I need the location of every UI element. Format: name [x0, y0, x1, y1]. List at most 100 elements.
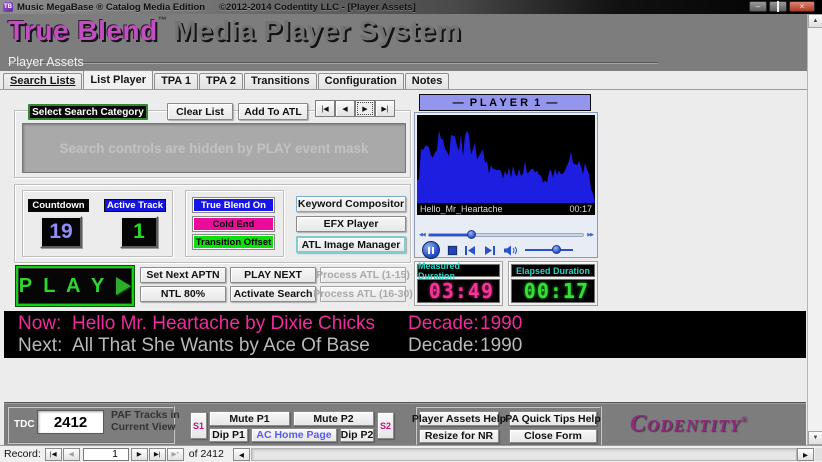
minimize-button[interactable]: –	[749, 1, 767, 12]
pa-quick-tips-help-button[interactable]: PA Quick Tips Help	[509, 411, 597, 426]
next-track-button[interactable]	[484, 246, 495, 255]
close-form-button[interactable]: Close Form	[509, 429, 597, 443]
registered-mark: ®	[741, 415, 748, 424]
previous-record-button[interactable]: ◀	[335, 100, 355, 117]
tab-list-player[interactable]: List Player	[83, 70, 153, 89]
play-next-button[interactable]: PLAY NEXT	[230, 267, 316, 283]
elapsed-duration-value: 00:17	[511, 279, 595, 303]
media-player-widget: Hello_Mr_Heartache 00:17 ◀◀ ▶▶	[414, 112, 598, 258]
title-bar: TB Music MegaBase ® Catalog Media Editio…	[0, 0, 822, 14]
s1-button[interactable]: S1	[190, 412, 207, 439]
play-button-label: P L A Y	[19, 275, 107, 298]
keyword-compositor-button[interactable]: Keyword Compositor	[296, 196, 406, 212]
previous-track-button[interactable]	[465, 246, 476, 255]
next-record-button[interactable]: ▶	[355, 100, 375, 117]
tab-configuration[interactable]: Configuration	[318, 73, 404, 89]
seek-progress	[429, 234, 471, 236]
last-record-button[interactable]: ▶|	[375, 100, 395, 117]
efx-player-button[interactable]: EFX Player	[296, 216, 406, 232]
codentity-logo: Codentity®	[630, 411, 748, 438]
hscroll-right-button[interactable]: ▶	[797, 448, 814, 461]
mute-p1-button[interactable]: Mute P1	[209, 411, 290, 426]
atl-image-manager-button[interactable]: ATL Image Manager	[296, 236, 406, 253]
tab-search-lists[interactable]: Search Lists	[3, 73, 82, 89]
volume-icon[interactable]	[503, 245, 517, 256]
elapsed-duration-panel: Elapsed Duration 00:17	[508, 261, 598, 306]
dip-p1-button[interactable]: Dip P1	[209, 428, 248, 442]
brand-underline	[8, 62, 658, 64]
window-title: Music MegaBase ® Catalog Media Edition	[17, 2, 205, 13]
activate-search-button[interactable]: Activate Search	[230, 286, 316, 302]
tab-transitions[interactable]: Transitions	[244, 73, 317, 89]
clear-list-button[interactable]: Clear List	[167, 103, 233, 120]
maximize-button[interactable]	[769, 1, 787, 12]
tab-strip: Search Lists List Player TPA 1 TPA 2 Tra…	[0, 71, 822, 90]
mute-p2-button[interactable]: Mute P2	[293, 411, 374, 426]
ntl-80-button[interactable]: NTL 80%	[140, 286, 226, 302]
select-search-category-button[interactable]: Select Search Category	[28, 104, 148, 120]
measured-duration-value: 03:49	[417, 279, 500, 303]
now-playing-band: Now: Hello Mr. Heartache by Dixie Chicks…	[4, 311, 806, 358]
record-first-button[interactable]: |◀	[45, 448, 62, 461]
tdc-label: TDC	[14, 419, 35, 430]
seek-track[interactable]	[428, 233, 585, 237]
player-controls-row	[417, 242, 595, 258]
resize-for-nr-button[interactable]: Resize for NR	[419, 429, 499, 443]
record-navigation-bar: Record: |◀ ◀ ▶ ▶| ▶* of 2412 ◀ ▶	[0, 445, 822, 462]
track-time: 00:17	[569, 204, 592, 214]
dip-p2-button[interactable]: Dip P2	[340, 428, 374, 442]
countdown-label: Countdown	[28, 199, 89, 212]
play-button[interactable]: P L A Y	[16, 266, 134, 306]
app-brand: True Blend™Media Player System	[8, 15, 461, 47]
horizontal-scrollbar-track[interactable]	[251, 448, 797, 461]
play-triangle-icon	[116, 277, 131, 295]
player-assets-help-button[interactable]: Player Assets Help	[419, 411, 499, 426]
volume-slider[interactable]	[525, 249, 573, 251]
process-atl-16-30-button: Process ATL (16-30)	[320, 286, 406, 302]
app-icon: TB	[3, 2, 13, 12]
record-count-text: of 2412	[189, 448, 224, 460]
record-new-button[interactable]: ▶*	[167, 448, 184, 461]
hscroll-left-button[interactable]: ◀	[233, 448, 250, 461]
ac-home-page-button[interactable]: AC Home Page	[251, 428, 337, 442]
pause-icon	[428, 247, 430, 254]
tab-tpa-2[interactable]: TPA 2	[199, 73, 243, 89]
vscroll-down-button[interactable]: ▼	[808, 431, 822, 445]
next-playing-row: Next: All That She Wants by Ace Of Base …	[18, 335, 798, 357]
record-next-button[interactable]: ▶	[131, 448, 148, 461]
first-record-button[interactable]: |◀	[315, 100, 335, 117]
record-previous-button[interactable]: ◀	[63, 448, 80, 461]
window-controls: – ×	[749, 1, 815, 12]
tab-tpa-1[interactable]: TPA 1	[154, 73, 198, 89]
now-label: Now:	[18, 313, 72, 335]
stop-button[interactable]	[448, 246, 457, 255]
header-band: True Blend™Media Player System Player As…	[0, 14, 822, 71]
footer-band: TDC PAF Tracks in Current View S1 Mute P…	[4, 402, 806, 445]
track-name: Hello_Mr_Heartache	[420, 204, 503, 214]
pause-button[interactable]	[422, 241, 440, 259]
seek-back-icon[interactable]: ◀◀	[419, 232, 425, 238]
set-next-aptn-button[interactable]: Set Next APTN	[140, 267, 226, 283]
next-label: Next:	[18, 335, 72, 357]
maximize-icon	[777, 1, 779, 12]
vertical-scrollbar[interactable]: ▲ ▼	[807, 14, 822, 445]
window-subtitle: ©2012-2014 Codentity LLC - [Player Asset…	[219, 2, 416, 13]
seek-forward-icon[interactable]: ▶▶	[587, 232, 593, 238]
waveform-screen: Hello_Mr_Heartache 00:17	[417, 115, 595, 215]
close-button[interactable]: ×	[789, 1, 815, 12]
record-number-field[interactable]	[83, 448, 129, 461]
seek-thumb[interactable]	[467, 230, 476, 239]
tab-notes[interactable]: Notes	[405, 73, 450, 89]
add-to-atl-button[interactable]: Add To ATL	[238, 103, 308, 120]
s2-button[interactable]: S2	[377, 412, 394, 439]
record-last-button[interactable]: ▶|	[149, 448, 166, 461]
vscroll-up-button[interactable]: ▲	[808, 14, 822, 28]
countdown-value: 19	[40, 216, 82, 248]
volume-thumb[interactable]	[552, 245, 561, 254]
tdc-caption-line2: Current View	[111, 421, 180, 433]
form-title: Player Assets	[8, 55, 84, 69]
measured-duration-label: Measured Duration	[417, 264, 500, 277]
tdc-count-field[interactable]	[37, 410, 104, 434]
trademark-mark: ™	[158, 15, 168, 25]
active-track-label: Active Track	[104, 199, 166, 212]
